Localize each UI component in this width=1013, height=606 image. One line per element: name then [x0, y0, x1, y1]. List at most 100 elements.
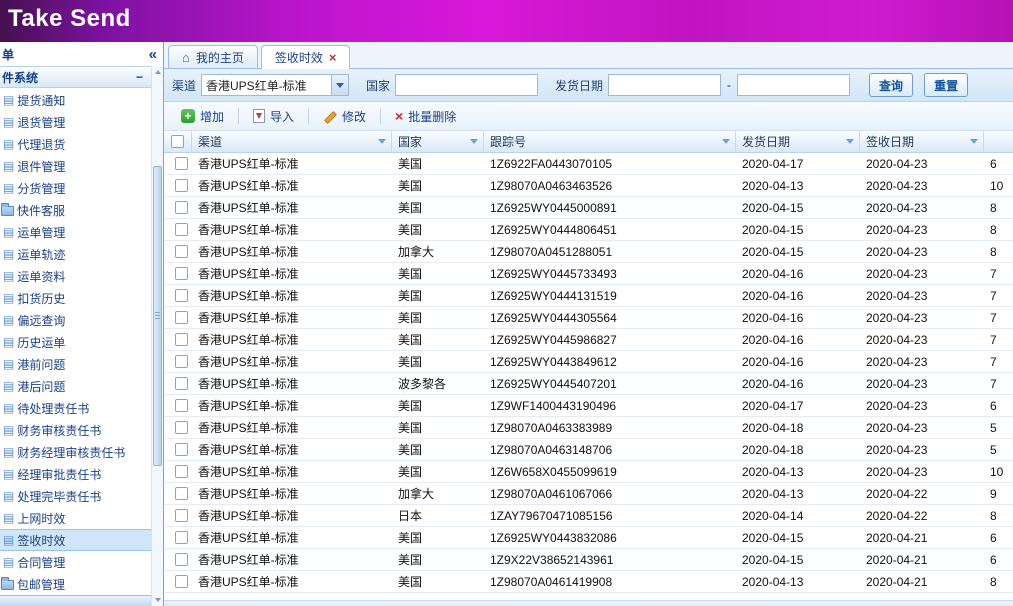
row-checkbox[interactable]	[175, 531, 188, 544]
sidebar-item[interactable]: ▤财务审核责任书	[0, 419, 151, 441]
sidebar-item[interactable]: ▤港前问题	[0, 353, 151, 375]
tab-home[interactable]: ⌂ 我的主页	[168, 45, 258, 68]
sidebar-item[interactable]: ▤财务经理审核责任书	[0, 441, 151, 463]
table-row[interactable]: 香港UPS红单-标准美国1Z6925WY04441315192020-04-16…	[164, 285, 1013, 307]
sidebar-item[interactable]: ▤代理退货	[0, 133, 151, 155]
tab-sign-timeliness[interactable]: 签收时效 ×	[261, 45, 351, 69]
sidebar-item[interactable]: 快件客服	[0, 199, 151, 221]
row-checkbox[interactable]	[175, 311, 188, 324]
sidebar-item[interactable]: 包邮管理	[0, 573, 151, 595]
sidebar-section-header[interactable]: 件系统 −	[0, 66, 151, 88]
sidebar-item[interactable]: ▤偏远查询	[0, 309, 151, 331]
sidebar-item[interactable]: ▤运单轨迹	[0, 243, 151, 265]
table-row[interactable]: 香港UPS红单-标准美国1Z6925WY04459868272020-04-16…	[164, 329, 1013, 351]
filter-arrow-icon[interactable]	[722, 139, 730, 144]
table-row[interactable]: 香港UPS红单-标准美国1Z6925WY04438496122020-04-16…	[164, 351, 1013, 373]
sidebar-item[interactable]: ▤退货管理	[0, 111, 151, 133]
table-row[interactable]: 香港UPS红单-标准日本1ZAY796704710851562020-04-14…	[164, 505, 1013, 527]
import-button[interactable]: 导入	[248, 106, 299, 127]
row-checkbox[interactable]	[175, 553, 188, 566]
filter-arrow-icon[interactable]	[470, 139, 478, 144]
column-header[interactable]: 签收日期	[860, 131, 984, 152]
column-header[interactable]: 渠道	[192, 131, 392, 152]
sidebar-item[interactable]: ▤上网时效	[0, 507, 151, 529]
sidebar-bottom-section[interactable]	[0, 595, 151, 606]
column-header[interactable]	[984, 131, 1013, 152]
select-all-checkbox[interactable]	[171, 135, 184, 148]
filter-arrow-icon[interactable]	[970, 139, 978, 144]
row-checkbox[interactable]	[175, 245, 188, 258]
row-checkbox[interactable]	[175, 575, 188, 588]
table-row[interactable]: 香港UPS红单-标准美国1Z6925WY04450008912020-04-15…	[164, 197, 1013, 219]
sidebar-item[interactable]: ▤运单管理	[0, 221, 151, 243]
table-row[interactable]: 香港UPS红单-标准美国1Z6925WY04438320862020-04-15…	[164, 527, 1013, 549]
collapse-sidebar-icon[interactable]: «	[149, 46, 157, 63]
row-checkbox[interactable]	[175, 333, 188, 346]
table-row[interactable]: 香港UPS红单-标准美国1Z6W658X04550996192020-04-13…	[164, 461, 1013, 483]
row-checkbox[interactable]	[175, 201, 188, 214]
scroll-up-icon[interactable]	[152, 66, 163, 78]
row-checkbox[interactable]	[175, 421, 188, 434]
table-row[interactable]: 香港UPS红单-标准美国1Z98070A04614199082020-04-13…	[164, 571, 1013, 593]
add-button[interactable]: +增加	[176, 106, 229, 127]
row-checkbox[interactable]	[175, 267, 188, 280]
table-row[interactable]: 香港UPS红单-标准美国1Z98070A04633839892020-04-18…	[164, 417, 1013, 439]
sidebar-item[interactable]: ▤扣货历史	[0, 287, 151, 309]
table-row[interactable]: 香港UPS红单-标准波多黎各1Z6925WY04454072012020-04-…	[164, 373, 1013, 395]
edit-button[interactable]: 修改	[318, 106, 371, 127]
table-row[interactable]: 香港UPS红单-标准美国1Z6922FA04430701052020-04-17…	[164, 153, 1013, 175]
table-cell: 1Z9X22V38652143961	[484, 549, 736, 570]
country-input[interactable]	[395, 74, 538, 96]
batch-delete-button[interactable]: ×批量删除	[390, 106, 461, 127]
row-checkbox[interactable]	[175, 487, 188, 500]
table-row[interactable]: 香港UPS红单-标准加拿大1Z98070A04610670662020-04-1…	[164, 483, 1013, 505]
sidebar-item[interactable]: ▤港后问题	[0, 375, 151, 397]
search-button[interactable]: 查询	[869, 73, 913, 97]
table-row[interactable]: 香港UPS红单-标准美国1Z9WF14004431904962020-04-17…	[164, 395, 1013, 417]
row-checkbox-cell	[164, 483, 192, 504]
table-row[interactable]: 香港UPS红单-标准美国1Z6925WY04443055642020-04-16…	[164, 307, 1013, 329]
sidebar-item[interactable]: ▤经理审批责任书	[0, 463, 151, 485]
sidebar-item[interactable]: ▤提货通知	[0, 89, 151, 111]
sidebar-item[interactable]: ▤待处理责任书	[0, 397, 151, 419]
filter-arrow-icon[interactable]	[846, 139, 854, 144]
row-checkbox[interactable]	[175, 509, 188, 522]
column-header[interactable]: 国家	[392, 131, 484, 152]
sidebar-item[interactable]: ▤合同管理	[0, 551, 151, 573]
column-header[interactable]: 跟踪号	[484, 131, 736, 152]
close-tab-icon[interactable]: ×	[329, 52, 337, 64]
sidebar-item[interactable]: ▤分货管理	[0, 177, 151, 199]
sidebar-item[interactable]: ▤运单资料	[0, 265, 151, 287]
column-header[interactable]: 发货日期	[736, 131, 860, 152]
table-row[interactable]: 香港UPS红单-标准美国1Z6925WY04457334932020-04-16…	[164, 263, 1013, 285]
chevron-down-icon[interactable]	[331, 75, 348, 95]
table-row[interactable]: 香港UPS红单-标准美国1Z6925WY04448064512020-04-15…	[164, 219, 1013, 241]
sidebar-item[interactable]: ▤历史运单	[0, 331, 151, 353]
table-row[interactable]: 香港UPS红单-标准美国1Z98070A04634635262020-04-13…	[164, 175, 1013, 197]
row-checkbox[interactable]	[175, 377, 188, 390]
channel-select[interactable]: 香港UPS红单-标准	[201, 74, 349, 96]
date-from-input[interactable]	[608, 74, 721, 96]
table-row[interactable]: 香港UPS红单-标准美国1Z9X22V386521439612020-04-15…	[164, 549, 1013, 571]
row-checkbox[interactable]	[175, 179, 188, 192]
row-checkbox[interactable]	[175, 223, 188, 236]
table-cell: 7	[984, 307, 1013, 328]
collapse-section-icon[interactable]: −	[136, 70, 143, 84]
scrollbar-thumb[interactable]	[153, 166, 162, 466]
table-row[interactable]: 香港UPS红单-标准美国1Z98070A04631487062020-04-18…	[164, 439, 1013, 461]
sidebar-item[interactable]: ▤退件管理	[0, 155, 151, 177]
sidebar-item[interactable]: ▤签收时效	[0, 529, 151, 551]
row-checkbox[interactable]	[175, 289, 188, 302]
row-checkbox[interactable]	[175, 355, 188, 368]
reset-button[interactable]: 重置	[924, 73, 968, 97]
row-checkbox[interactable]	[175, 157, 188, 170]
scroll-down-icon[interactable]	[152, 594, 163, 606]
row-checkbox[interactable]	[175, 465, 188, 478]
row-checkbox[interactable]	[175, 399, 188, 412]
date-to-input[interactable]	[737, 74, 850, 96]
filter-arrow-icon[interactable]	[378, 139, 386, 144]
sidebar-scrollbar[interactable]	[151, 66, 163, 606]
row-checkbox[interactable]	[175, 443, 188, 456]
table-row[interactable]: 香港UPS红单-标准加拿大1Z98070A04512880512020-04-1…	[164, 241, 1013, 263]
sidebar-item[interactable]: ▤处理完毕责任书	[0, 485, 151, 507]
